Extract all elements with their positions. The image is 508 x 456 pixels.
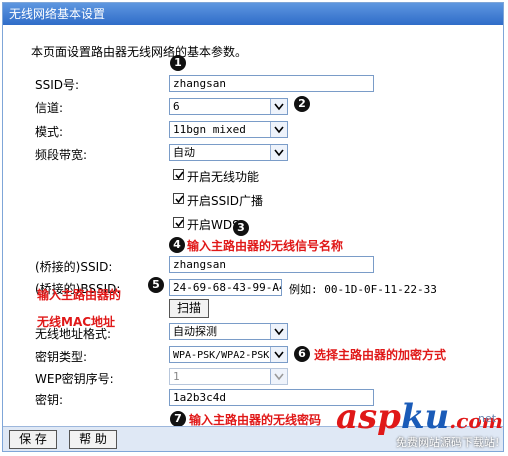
chevron-down-icon — [270, 145, 287, 160]
key-type-select[interactable]: WPA-PSK/WPA2-PSK — [169, 346, 288, 363]
bridge-ssid-input[interactable]: zhangsan — [169, 256, 374, 273]
mode-value: 11bgn mixed — [173, 123, 246, 136]
annotation-badge-5: 5 — [148, 277, 164, 293]
addr-format-value: 自动探测 — [173, 325, 217, 338]
annotation-badge-7: 7 — [170, 411, 186, 427]
enable-wireless-checkbox[interactable] — [173, 169, 184, 180]
check-icon — [175, 171, 184, 180]
wep-index-value: 1 — [173, 370, 180, 383]
chevron-down-icon — [270, 122, 287, 137]
bridge-bssid-input[interactable]: 24-69-68-43-99-A4 — [169, 279, 282, 296]
annotation-note-5-line1: 输入主路由器的 — [37, 288, 122, 302]
check-icon — [175, 219, 184, 228]
ssid-broadcast-label: 开启SSID广播 — [187, 194, 264, 208]
channel-label: 信道: — [35, 101, 64, 115]
enable-wds-label: 开启WDS — [187, 218, 240, 232]
page-title: 无线网络基本设置 — [3, 3, 503, 25]
chevron-down-icon — [270, 324, 287, 339]
mode-label: 模式: — [35, 125, 64, 139]
watermark-tagline: 免费网站源码下载站! — [396, 436, 500, 449]
mode-select[interactable]: 11bgn mixed — [169, 121, 288, 138]
enable-wireless-label: 开启无线功能 — [187, 170, 260, 184]
settings-panel: 无线网络基本设置 本页面设置路由器无线网络的基本参数。 SSID号: zhang… — [2, 2, 504, 452]
annotation-badge-2: 2 — [294, 96, 310, 112]
ssid-label: SSID号: — [35, 78, 80, 92]
chevron-down-icon — [270, 99, 287, 114]
key-type-label: 密钥类型: — [35, 350, 88, 364]
wep-index-label: WEP密钥序号: — [35, 372, 114, 386]
help-button[interactable]: 帮 助 — [69, 430, 117, 449]
bandwidth-value: 自动 — [173, 146, 195, 159]
wep-index-select[interactable]: 1 — [169, 368, 288, 385]
channel-select[interactable]: 6 — [169, 98, 288, 115]
bandwidth-label: 频段带宽: — [35, 148, 88, 162]
key-label: 密钥: — [35, 393, 64, 407]
chevron-down-icon — [270, 369, 287, 384]
enable-wds-checkbox[interactable] — [173, 217, 184, 228]
bssid-example: 例如: 00-1D-0F-11-22-33 — [289, 283, 437, 296]
annotation-badge-4: 4 — [169, 237, 185, 253]
channel-value: 6 — [173, 100, 180, 113]
ssid-input[interactable]: zhangsan — [169, 75, 374, 92]
key-type-value: WPA-PSK/WPA2-PSK — [173, 350, 270, 361]
ssid-broadcast-checkbox[interactable] — [173, 193, 184, 204]
save-button[interactable]: 保 存 — [9, 430, 57, 449]
intro-text: 本页面设置路由器无线网络的基本参数。 — [31, 45, 248, 59]
watermark-brand-red: asp — [336, 397, 401, 437]
watermark-dotnet: net — [478, 412, 497, 425]
scan-button[interactable]: 扫描 — [169, 299, 209, 318]
annotation-badge-6: 6 — [294, 346, 310, 362]
bandwidth-select[interactable]: 自动 — [169, 144, 288, 161]
bridge-ssid-label: (桥接的)SSID: — [35, 260, 113, 274]
annotation-note-4: 输入主路由器的无线信号名称 — [187, 239, 344, 253]
annotation-note-6: 选择主路由器的加密方式 — [314, 348, 447, 362]
annotation-badge-3: 3 — [233, 220, 249, 236]
watermark-brand-blue: ku — [400, 397, 450, 437]
chevron-down-icon — [270, 347, 287, 362]
addr-format-select[interactable]: 自动探测 — [169, 323, 288, 340]
annotation-badge-1: 1 — [170, 55, 186, 71]
annotation-note-5-line2: 无线MAC地址 — [37, 315, 116, 329]
check-icon — [175, 195, 184, 204]
